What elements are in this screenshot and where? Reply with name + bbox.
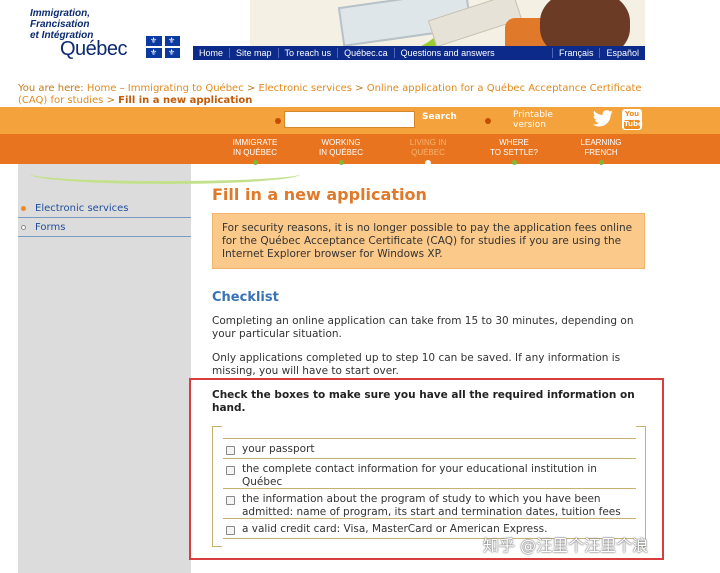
site-header: Immigration, Francisation et Intégration… [0, 0, 720, 62]
breadcrumb: You are here: Home – Immigrating to Québ… [18, 83, 658, 107]
nav-label: IN QUÉBEC [232, 148, 277, 157]
topnav-to-reach-us[interactable]: To reach us [279, 48, 339, 58]
frame-corner [636, 426, 646, 427]
quebec-logo[interactable]: Immigration, Francisation et Intégration… [30, 8, 190, 60]
nav-label: FRENCH [584, 148, 618, 157]
sidebar-item-label: Forms [35, 222, 66, 233]
checklist-item-label: the complete contact information for you… [242, 463, 597, 488]
search-button[interactable]: Search [422, 112, 457, 122]
bullet-icon [21, 225, 26, 230]
nav-immigrate-in-quebec[interactable]: IMMIGRATE IN QUÉBEC [215, 138, 295, 165]
printable-bullet-icon [485, 118, 491, 124]
nav-bullet-icon [511, 160, 517, 165]
frame-corner [212, 426, 222, 427]
nav-bullet-icon [338, 160, 344, 165]
nav-label: TO SETTLE? [490, 148, 538, 157]
breadcrumb-home[interactable]: Home [87, 83, 117, 94]
breadcrumb-current: Fill in a new application [118, 95, 253, 106]
nav-label: WHERE [499, 138, 529, 147]
topnav-site-map[interactable]: Site map [230, 48, 279, 58]
logo-line-1: Immigration, [30, 8, 91, 19]
nav-label: IN QUÉBEC [318, 148, 363, 157]
bullet-icon [21, 206, 26, 211]
checklist-item-institution: the complete contact information for you… [223, 459, 636, 489]
nav-label: WORKING [321, 138, 361, 147]
topnav-home[interactable]: Home [193, 48, 231, 58]
breadcrumb-prefix: You are here: [18, 83, 84, 94]
checkbox[interactable] [226, 526, 235, 535]
page-title: Fill in a new application [212, 185, 427, 204]
search-bullet-icon [275, 118, 281, 124]
security-notice: For security reasons, it is no longer po… [212, 213, 645, 269]
twitter-icon[interactable] [592, 110, 614, 128]
nav-learning-french[interactable]: LEARNING FRENCH [561, 138, 641, 165]
nav-where-to-settle[interactable]: WHERE TO SETTLE? [474, 138, 554, 165]
nav-bullet-icon [598, 160, 604, 165]
nav-label: IMMIGRATE [232, 138, 278, 147]
topnav-quebec-ca[interactable]: Québec.ca [338, 48, 395, 58]
nav-bullet-icon [425, 160, 431, 166]
breadcrumb-separator: > [351, 83, 367, 94]
checkbox[interactable] [226, 446, 235, 455]
checklist-item-label: your passport [242, 443, 315, 455]
watermark: 知乎 @汪里个汪里个浪 [483, 536, 649, 555]
language-francais[interactable]: Français [551, 48, 601, 58]
frame-corner [212, 546, 222, 547]
checkbox[interactable] [226, 466, 235, 475]
breadcrumb-separator: > [243, 83, 259, 94]
hero-banner-image [250, 0, 645, 46]
printable-version-link[interactable]: Printable version [513, 110, 553, 130]
nav-label: LIVING IN [409, 138, 447, 147]
duration-paragraph: Completing an online application can tak… [212, 315, 634, 340]
nav-working-in-quebec[interactable]: WORKING IN QUÉBEC [301, 138, 381, 165]
checklist-item-label: the information about the program of stu… [242, 493, 621, 518]
checklist-heading: Checklist [212, 290, 279, 305]
quebec-flag-icon: ⚜ ⚜ ⚜ ⚜ [146, 36, 180, 58]
top-navigation: Home Site map To reach us Québec.ca Ques… [193, 46, 645, 60]
checkbox[interactable] [226, 496, 235, 505]
breadcrumb-separator: – [116, 83, 128, 94]
logo-line-2: Francisation [30, 19, 90, 30]
nav-label: LEARNING [580, 138, 622, 147]
breadcrumb-separator: > [103, 95, 119, 106]
search-input[interactable] [284, 111, 415, 128]
topnav-questions-answers[interactable]: Questions and answers [395, 48, 501, 58]
breadcrumb-immigrating[interactable]: Immigrating to Québec [128, 83, 244, 94]
sidebar-item-forms[interactable]: Forms [18, 219, 191, 237]
youtube-label-2: Tube [624, 120, 643, 129]
main-navigation: IMMIGRATE IN QUÉBEC WORKING IN QUÉBEC LI… [0, 134, 720, 166]
printable-label-2: version [513, 120, 546, 130]
youtube-label-1: You [624, 110, 640, 118]
logo-name: Québec [60, 38, 128, 60]
nav-living-in-quebec[interactable]: LIVING IN QUÉBEC [388, 138, 468, 166]
nav-label: QUÉBEC [411, 148, 445, 157]
sidebar: Electronic services Forms [18, 164, 191, 573]
printable-label-1: Printable [513, 110, 553, 120]
checklist-instructions: Check the boxes to make sure you have al… [212, 389, 635, 414]
breadcrumb-electronic-services[interactable]: Electronic services [258, 83, 352, 94]
checklist-item-passport: your passport [223, 439, 636, 459]
youtube-icon[interactable]: You Tube [622, 109, 643, 130]
language-espanol[interactable]: Español [600, 48, 645, 58]
save-paragraph: Only applications completed up to step 1… [212, 352, 621, 377]
decorative-arc [30, 164, 300, 184]
sidebar-item-electronic-services[interactable]: Electronic services [18, 200, 191, 218]
sidebar-item-label: Electronic services [35, 203, 129, 214]
checklist-item-program: the information about the program of stu… [223, 489, 636, 519]
